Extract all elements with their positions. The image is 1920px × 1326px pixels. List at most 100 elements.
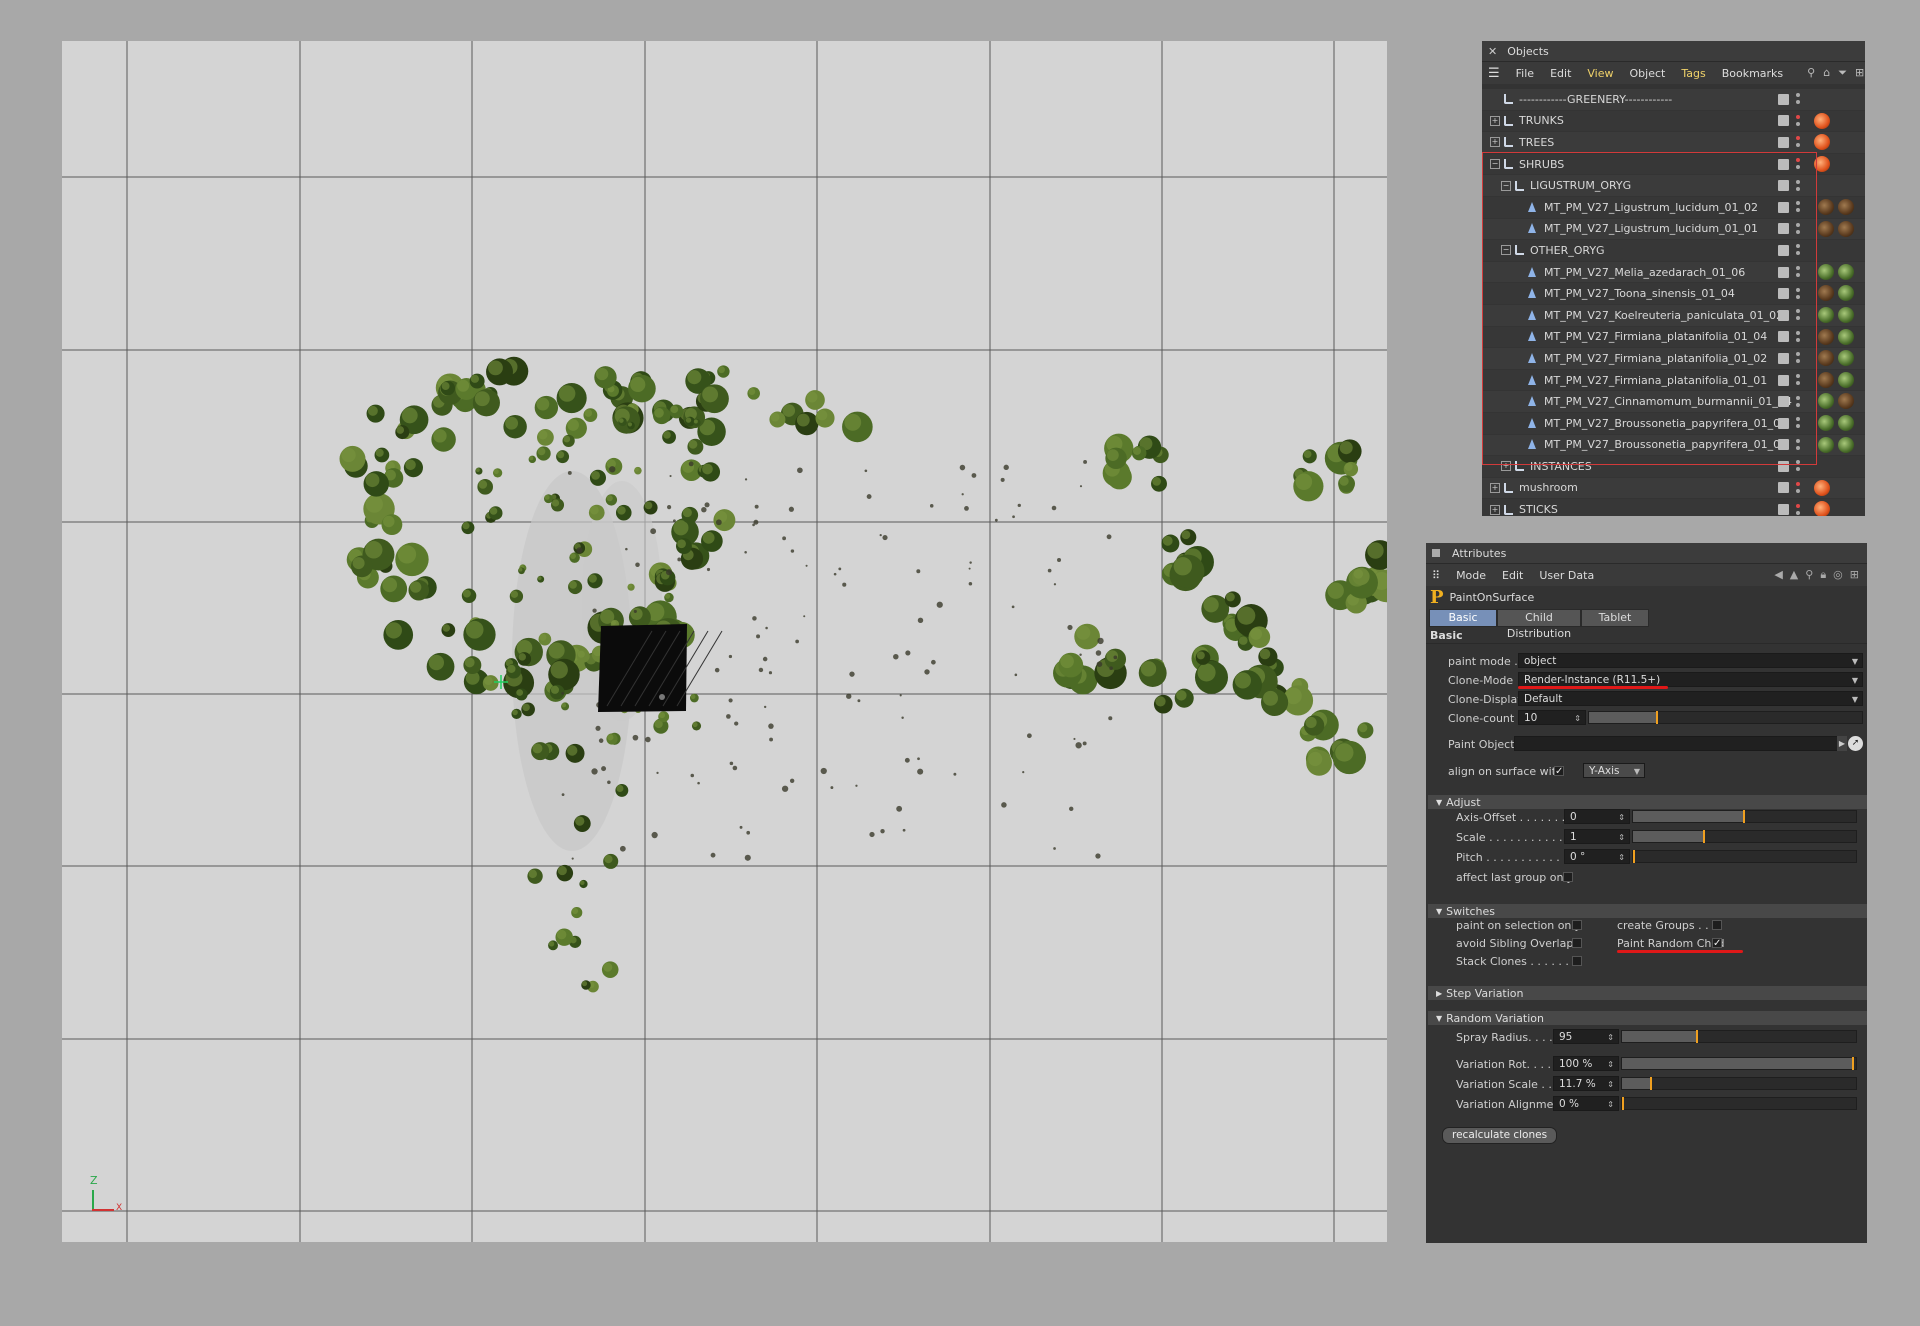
material-tag-icon[interactable] bbox=[1818, 306, 1834, 323]
pick-object-icon[interactable]: ➚ bbox=[1848, 736, 1863, 751]
tree-row[interactable]: MT_PM_V27_Firmiana_platanifolia_01_02 bbox=[1482, 348, 1865, 370]
layer-edit-icon[interactable] bbox=[1778, 482, 1789, 494]
menu-tags[interactable]: Tags bbox=[1681, 67, 1705, 80]
search-icon[interactable]: ⚲ bbox=[1807, 66, 1815, 80]
lock-icon[interactable]: 🔒︎ bbox=[1820, 568, 1826, 582]
spray-radius-slider[interactable] bbox=[1621, 1030, 1857, 1043]
visibility-dots-icon[interactable] bbox=[1796, 416, 1800, 430]
paint-random-child-checkbox[interactable]: ✓ bbox=[1712, 938, 1722, 949]
clone-count-input[interactable]: 10 ⇕ bbox=[1518, 710, 1586, 725]
visibility-dots-icon[interactable] bbox=[1796, 351, 1800, 365]
tree-row[interactable]: + STICKS bbox=[1482, 499, 1865, 516]
link-arrow-icon[interactable]: ▶ bbox=[1837, 736, 1847, 751]
clone-display-dropdown[interactable]: Default ▼ bbox=[1518, 691, 1863, 706]
slider-handle[interactable] bbox=[1649, 1077, 1652, 1090]
layer-edit-icon[interactable] bbox=[1778, 93, 1789, 105]
material-tag-icon[interactable] bbox=[1838, 436, 1854, 453]
material-tag-icon[interactable] bbox=[1814, 155, 1830, 172]
layer-edit-icon[interactable] bbox=[1778, 201, 1789, 213]
collapse-icon[interactable]: − bbox=[1501, 180, 1511, 191]
tab-basic[interactable]: Basic bbox=[1429, 609, 1497, 627]
tree-row[interactable]: MT_PM_V27_Ligustrum_lucidum_01_02 bbox=[1482, 196, 1865, 219]
align-checkbox[interactable]: ✓ bbox=[1554, 766, 1564, 777]
expand-icon[interactable]: + bbox=[1490, 482, 1500, 493]
material-tag-icon[interactable] bbox=[1818, 414, 1834, 431]
material-tag-icon[interactable] bbox=[1838, 393, 1854, 410]
visibility-dots-icon[interactable] bbox=[1796, 179, 1800, 193]
stepper-icon[interactable]: ⇕ bbox=[1618, 830, 1625, 845]
search-icon[interactable]: ⚲ bbox=[1805, 568, 1813, 582]
pitch-slider[interactable] bbox=[1632, 850, 1857, 863]
layer-edit-icon[interactable] bbox=[1778, 331, 1789, 343]
tree-row[interactable]: MT_PM_V27_Ligustrum_lucidum_01_01 bbox=[1482, 218, 1865, 241]
stepper-icon[interactable]: ⇕ bbox=[1607, 1097, 1614, 1112]
stepper-icon[interactable]: ⇕ bbox=[1574, 711, 1581, 726]
visibility-dots-icon[interactable] bbox=[1796, 243, 1800, 257]
paint-object-link-field[interactable] bbox=[1514, 736, 1838, 751]
slider-handle[interactable] bbox=[1622, 1097, 1624, 1110]
material-tag-icon[interactable] bbox=[1814, 501, 1830, 516]
tree-row[interactable]: MT_PM_V27_Broussonetia_papyrifera_01_05 bbox=[1482, 412, 1865, 435]
variation-rot-slider[interactable] bbox=[1621, 1057, 1857, 1070]
visibility-dots-icon[interactable] bbox=[1796, 287, 1800, 301]
menu-user-data[interactable]: User Data bbox=[1539, 569, 1594, 582]
visibility-dots-icon[interactable] bbox=[1796, 114, 1800, 128]
tree-row[interactable]: MT_PM_V27_Koelreuteria_paniculata_01_02 bbox=[1482, 304, 1865, 327]
layer-edit-icon[interactable] bbox=[1778, 244, 1789, 256]
collapse-icon[interactable]: − bbox=[1501, 245, 1511, 256]
home-icon[interactable]: ⌂ bbox=[1823, 66, 1830, 80]
layer-edit-icon[interactable] bbox=[1778, 288, 1789, 300]
create-groups-checkbox[interactable] bbox=[1712, 920, 1722, 930]
tab-child-distribution[interactable]: Child Distribution bbox=[1497, 609, 1581, 640]
material-tag-icon[interactable] bbox=[1838, 285, 1854, 302]
stepper-icon[interactable]: ⇕ bbox=[1607, 1030, 1614, 1045]
slider-handle[interactable] bbox=[1656, 711, 1659, 724]
variation-scale-input[interactable]: 11.7 % ⇕ bbox=[1553, 1076, 1619, 1091]
menu-bookmarks[interactable]: Bookmarks bbox=[1722, 67, 1783, 80]
material-tag-icon[interactable] bbox=[1818, 350, 1834, 367]
switches-section-header[interactable]: ▼ Switches bbox=[1428, 904, 1867, 918]
material-tag-icon[interactable] bbox=[1814, 134, 1830, 151]
axis-offset-input[interactable]: 0 ⇕ bbox=[1564, 809, 1630, 824]
scale-input[interactable]: 1 ⇕ bbox=[1564, 829, 1630, 844]
variation-rot-input[interactable]: 100 % ⇕ bbox=[1553, 1056, 1619, 1071]
collapse-icon[interactable]: − bbox=[1490, 159, 1500, 170]
close-icon[interactable]: ✕ bbox=[1488, 45, 1497, 58]
tree-row[interactable]: + INSTANCES bbox=[1482, 456, 1865, 478]
visibility-dots-icon[interactable] bbox=[1796, 395, 1800, 409]
tree-row[interactable]: + TREES bbox=[1482, 132, 1865, 154]
stepper-icon[interactable]: ⇕ bbox=[1618, 850, 1625, 865]
layer-edit-icon[interactable] bbox=[1778, 460, 1789, 472]
menu-view[interactable]: View bbox=[1587, 67, 1613, 80]
layer-edit-icon[interactable] bbox=[1778, 352, 1789, 364]
expand-icon[interactable]: + bbox=[1490, 504, 1500, 515]
layer-edit-icon[interactable] bbox=[1778, 504, 1789, 516]
object-tree[interactable]: ------------GREENERY------------ + TRUNKS +… bbox=[1482, 89, 1865, 516]
back-arrow-icon[interactable]: ◀ bbox=[1774, 568, 1782, 582]
clone-count-slider[interactable] bbox=[1588, 711, 1863, 724]
viewport-3d[interactable]: Z X bbox=[62, 41, 1387, 1242]
visibility-dots-icon[interactable] bbox=[1796, 330, 1800, 344]
slider-handle[interactable] bbox=[1695, 1030, 1698, 1043]
spray-radius-input[interactable]: 95 ⇕ bbox=[1553, 1029, 1619, 1044]
layer-edit-icon[interactable] bbox=[1778, 374, 1789, 386]
material-tag-icon[interactable] bbox=[1838, 220, 1854, 237]
visibility-dots-icon[interactable] bbox=[1796, 92, 1800, 106]
paint-mode-dropdown[interactable]: object ▼ bbox=[1518, 653, 1863, 668]
layer-edit-icon[interactable] bbox=[1778, 136, 1789, 148]
material-tag-icon[interactable] bbox=[1838, 198, 1854, 215]
stepper-icon[interactable]: ⇕ bbox=[1607, 1057, 1614, 1072]
scale-slider[interactable] bbox=[1632, 830, 1857, 843]
layer-edit-icon[interactable] bbox=[1778, 396, 1789, 408]
step-variation-section-header[interactable]: ▶ Step Variation bbox=[1428, 986, 1867, 1000]
visibility-dots-icon[interactable] bbox=[1796, 265, 1800, 279]
tree-row[interactable]: MT_PM_V27_Firmiana_platanifolia_01_01 bbox=[1482, 369, 1865, 392]
layer-edit-icon[interactable] bbox=[1778, 158, 1789, 170]
layer-edit-icon[interactable] bbox=[1778, 180, 1789, 192]
material-tag-icon[interactable] bbox=[1818, 220, 1834, 237]
hamburger-icon[interactable]: ☰ bbox=[1488, 66, 1500, 81]
grid-icon[interactable]: ⠿ bbox=[1432, 569, 1440, 582]
visibility-dots-icon[interactable] bbox=[1796, 135, 1800, 149]
material-tag-icon[interactable] bbox=[1818, 371, 1834, 388]
visibility-dots-icon[interactable] bbox=[1796, 481, 1800, 495]
